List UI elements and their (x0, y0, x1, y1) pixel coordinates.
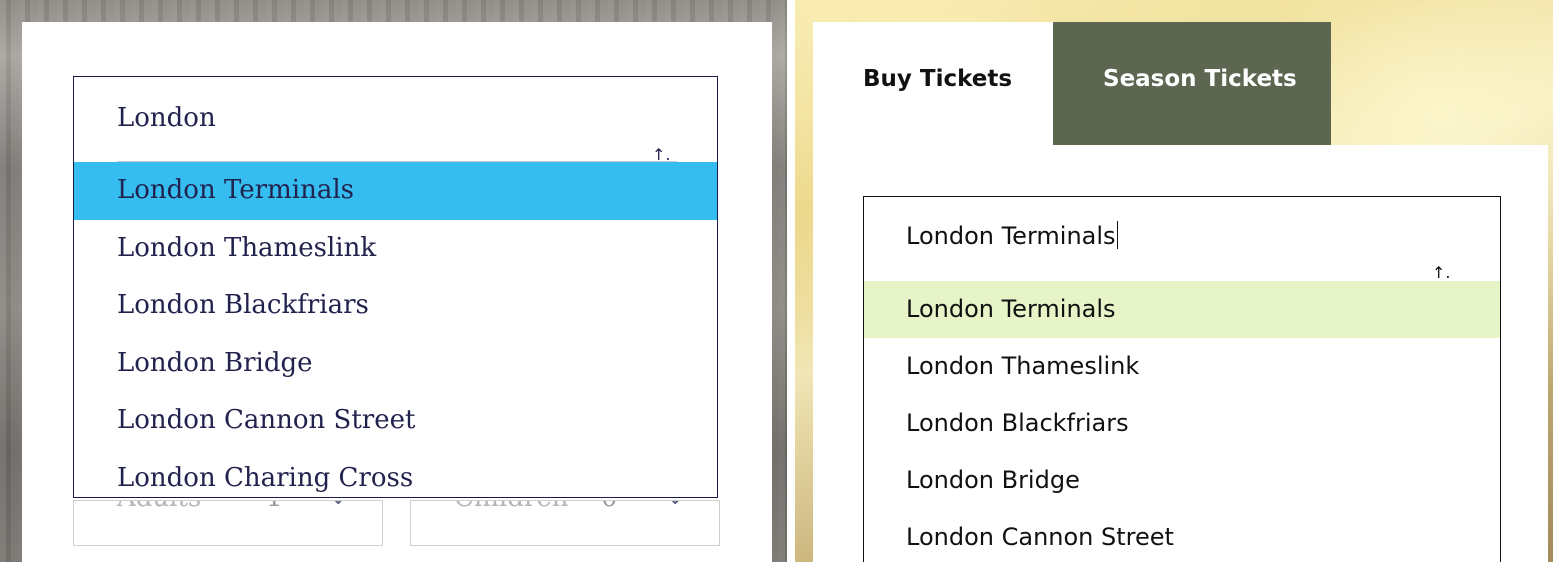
left-panel: Adults 1 ⌄ Children 0 ⌄ London ↑. London… (0, 0, 787, 562)
suggestion-item[interactable]: London Blackfriars (864, 395, 1500, 452)
right-station-input[interactable]: London Terminals (906, 221, 1119, 250)
text-caret (1116, 221, 1119, 249)
arrow-up-icon: ↑. (1432, 263, 1451, 282)
suggestion-item[interactable]: London Charing Cross (74, 450, 717, 508)
suggestion-item[interactable]: London Bridge (74, 335, 717, 393)
panel-divider (787, 0, 795, 562)
tab-buy-tickets[interactable]: Buy Tickets (813, 22, 1053, 145)
left-station-search[interactable]: London ↑. London Terminals London Thames… (73, 76, 718, 498)
right-input-value: London Terminals (906, 222, 1116, 250)
right-suggestion-list: London Terminals London Thameslink Londo… (864, 281, 1500, 562)
right-panel: Buy Tickets Season Tickets London Termin… (795, 0, 1553, 562)
suggestion-item[interactable]: London Thameslink (864, 338, 1500, 395)
suggestion-item[interactable]: London Cannon Street (74, 392, 717, 450)
suggestion-item[interactable]: London Terminals (74, 162, 717, 220)
left-suggestion-list: London Terminals London Thameslink Londo… (74, 162, 717, 508)
right-station-search[interactable]: London Terminals ↑. London Terminals Lon… (863, 196, 1501, 562)
suggestion-item[interactable]: London Bridge (864, 452, 1500, 509)
suggestion-item[interactable]: London Cannon Street (864, 509, 1500, 562)
suggestion-item[interactable]: London Blackfriars (74, 277, 717, 335)
suggestion-item[interactable]: London Terminals (864, 281, 1500, 338)
left-station-input[interactable]: London (117, 103, 216, 133)
suggestion-item[interactable]: London Thameslink (74, 220, 717, 278)
tab-season-tickets[interactable]: Season Tickets (1053, 22, 1331, 145)
